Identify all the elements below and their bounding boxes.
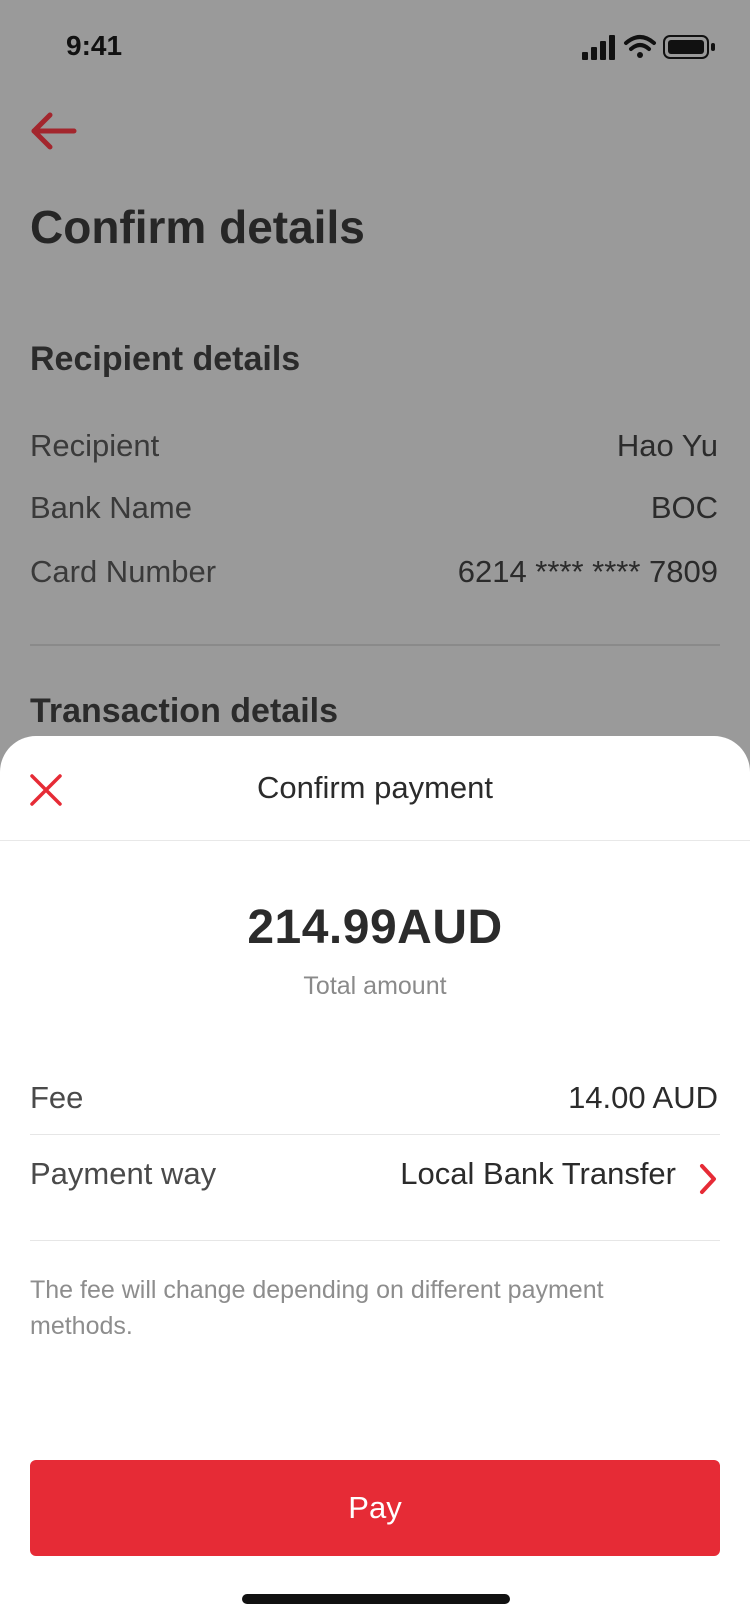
payment-way-row[interactable]: Payment way Local Bank Transfer bbox=[0, 1150, 750, 1218]
total-amount: 214.99AUD bbox=[247, 901, 503, 954]
pay-button[interactable]: Pay bbox=[30, 1460, 720, 1556]
battery-icon bbox=[663, 35, 715, 59]
wifi-icon bbox=[624, 35, 656, 58]
recipient-section-title: Recipient details bbox=[30, 340, 301, 378]
fee-value: 14.00 AUD bbox=[568, 1080, 718, 1115]
section-divider bbox=[30, 644, 720, 646]
card-number-value: 6214 **** **** 7809 bbox=[457, 554, 718, 589]
recipient-label: Recipient bbox=[30, 428, 160, 463]
bank-name-label: Bank Name bbox=[30, 490, 192, 525]
bank-name-value: BOC bbox=[650, 490, 718, 525]
sheet-header: Confirm payment bbox=[0, 736, 750, 841]
total-amount-label: Total amount bbox=[303, 972, 447, 1000]
sheet-title: Confirm payment bbox=[256, 770, 494, 805]
fee-divider bbox=[30, 1134, 720, 1135]
status-time: 9:41 bbox=[66, 30, 123, 61]
recipient-value: Hao Yu bbox=[616, 428, 718, 463]
back-button[interactable] bbox=[26, 106, 82, 156]
payment-way-label: Payment way bbox=[30, 1156, 217, 1191]
arrow-left-icon bbox=[31, 112, 77, 150]
page-title: Confirm details bbox=[30, 201, 365, 253]
transaction-section-title: Transaction details bbox=[30, 692, 338, 730]
chevron-right-icon bbox=[700, 1164, 716, 1194]
home-indicator bbox=[242, 1594, 510, 1604]
payment-way-divider bbox=[30, 1240, 720, 1241]
fee-label: Fee bbox=[30, 1080, 84, 1115]
payment-way-value: Local Bank Transfer bbox=[400, 1156, 676, 1191]
fee-note: The fee will change depending on differe… bbox=[30, 1276, 604, 1340]
card-number-label: Card Number bbox=[30, 554, 217, 589]
confirm-payment-sheet: Confirm payment 214.99AUD Total amount F… bbox=[0, 736, 750, 1624]
status-icons bbox=[582, 35, 715, 60]
cellular-signal-icon bbox=[582, 35, 615, 60]
status-bar: 9:41 bbox=[0, 0, 750, 90]
